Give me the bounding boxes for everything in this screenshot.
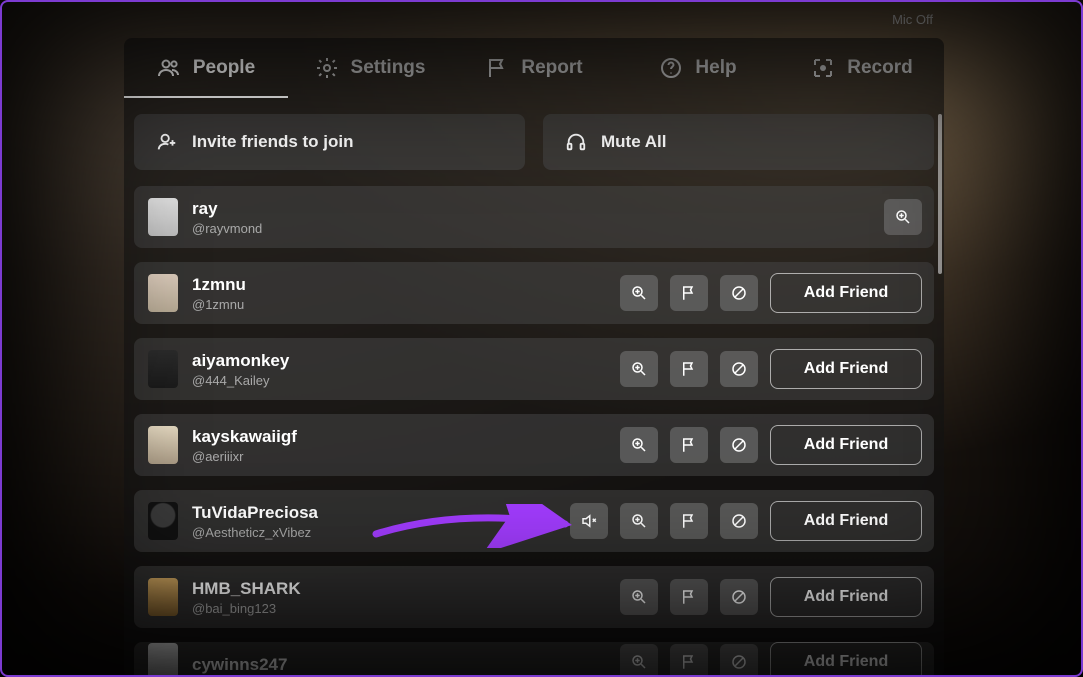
block-button[interactable] bbox=[720, 503, 758, 539]
scrollbar-thumb[interactable] bbox=[938, 114, 942, 274]
avatar bbox=[148, 198, 178, 236]
add-friend-button[interactable]: Add Friend bbox=[770, 425, 922, 465]
player-row: cywinns247 Add Friend bbox=[134, 642, 934, 677]
player-display-name: aiyamonkey bbox=[192, 351, 606, 371]
player-display-name: kayskawaiigf bbox=[192, 427, 606, 447]
player-display-name: HMB_SHARK bbox=[192, 579, 606, 599]
mic-status: Mic Off bbox=[892, 12, 933, 27]
action-row: Invite friends to join Mute All bbox=[134, 114, 934, 170]
player-display-name: TuVidaPreciosa bbox=[192, 503, 556, 523]
block-button[interactable] bbox=[720, 351, 758, 387]
add-user-icon bbox=[156, 131, 178, 153]
help-icon bbox=[659, 56, 683, 80]
add-friend-button[interactable]: Add Friend bbox=[770, 501, 922, 541]
player-row: 1zmnu @1zmnu Add Friend bbox=[134, 262, 934, 324]
invite-label: Invite friends to join bbox=[192, 132, 354, 152]
player-row: TuVidaPreciosa @Aestheticz_xVibez Add Fr… bbox=[134, 490, 934, 552]
invite-friends-button[interactable]: Invite friends to join bbox=[134, 114, 525, 170]
player-handle: @1zmnu bbox=[192, 297, 606, 312]
player-handle: @444_Kailey bbox=[192, 373, 606, 388]
player-handle: @Aestheticz_xVibez bbox=[192, 525, 556, 540]
block-button[interactable] bbox=[720, 275, 758, 311]
block-button[interactable] bbox=[720, 644, 758, 677]
report-button[interactable] bbox=[670, 503, 708, 539]
player-row: HMB_SHARK @bai_bing123 Add Friend bbox=[134, 566, 934, 628]
tab-label: Help bbox=[695, 57, 736, 79]
gear-icon bbox=[315, 56, 339, 80]
add-friend-button[interactable]: Add Friend bbox=[770, 577, 922, 617]
add-friend-button[interactable]: Add Friend bbox=[770, 642, 922, 677]
avatar bbox=[148, 426, 178, 464]
menu-panel: People Settings Report Help Record bbox=[124, 38, 944, 677]
inspect-button[interactable] bbox=[620, 427, 658, 463]
report-button[interactable] bbox=[670, 275, 708, 311]
report-button[interactable] bbox=[670, 351, 708, 387]
tab-label: Record bbox=[847, 57, 912, 79]
tab-people[interactable]: People bbox=[124, 38, 288, 98]
player-display-name: 1zmnu bbox=[192, 275, 606, 295]
tab-record[interactable]: Record bbox=[780, 38, 944, 98]
tab-label: People bbox=[193, 57, 255, 79]
inspect-button[interactable] bbox=[620, 579, 658, 615]
report-button[interactable] bbox=[670, 644, 708, 677]
player-list: ray @rayvmond 1zmnu @1zmnu bbox=[134, 186, 934, 677]
player-handle: @aeriiixr bbox=[192, 449, 606, 464]
avatar bbox=[148, 350, 178, 388]
block-button[interactable] bbox=[720, 579, 758, 615]
people-content: Invite friends to join Mute All ray @ray… bbox=[124, 98, 944, 677]
flag-icon bbox=[485, 56, 509, 80]
player-row: aiyamonkey @444_Kailey Add Friend bbox=[134, 338, 934, 400]
mute-all-button[interactable]: Mute All bbox=[543, 114, 934, 170]
tab-settings[interactable]: Settings bbox=[288, 38, 452, 98]
avatar bbox=[148, 502, 178, 540]
player-row: kayskawaiigf @aeriiixr Add Friend bbox=[134, 414, 934, 476]
tab-help[interactable]: Help bbox=[616, 38, 780, 98]
player-display-name: cywinns247 bbox=[192, 655, 606, 675]
report-button[interactable] bbox=[670, 579, 708, 615]
people-icon bbox=[157, 56, 181, 80]
player-row-self: ray @rayvmond bbox=[134, 186, 934, 248]
headphones-icon bbox=[565, 131, 587, 153]
mute-player-button[interactable] bbox=[570, 503, 608, 539]
avatar bbox=[148, 578, 178, 616]
mute-all-label: Mute All bbox=[601, 132, 666, 152]
report-button[interactable] bbox=[670, 427, 708, 463]
player-handle: @rayvmond bbox=[192, 221, 870, 236]
tab-report[interactable]: Report bbox=[452, 38, 616, 98]
tab-label: Report bbox=[521, 57, 582, 79]
inspect-button[interactable] bbox=[620, 503, 658, 539]
inspect-button[interactable] bbox=[620, 644, 658, 677]
block-button[interactable] bbox=[720, 427, 758, 463]
add-friend-button[interactable]: Add Friend bbox=[770, 349, 922, 389]
add-friend-button[interactable]: Add Friend bbox=[770, 273, 922, 313]
player-display-name: ray bbox=[192, 199, 870, 219]
inspect-button[interactable] bbox=[620, 351, 658, 387]
inspect-button[interactable] bbox=[884, 199, 922, 235]
record-icon bbox=[811, 56, 835, 80]
avatar bbox=[148, 274, 178, 312]
tab-label: Settings bbox=[351, 57, 426, 79]
inspect-button[interactable] bbox=[620, 275, 658, 311]
player-handle: @bai_bing123 bbox=[192, 601, 606, 616]
menu-tabs: People Settings Report Help Record bbox=[124, 38, 944, 98]
avatar bbox=[148, 643, 178, 677]
